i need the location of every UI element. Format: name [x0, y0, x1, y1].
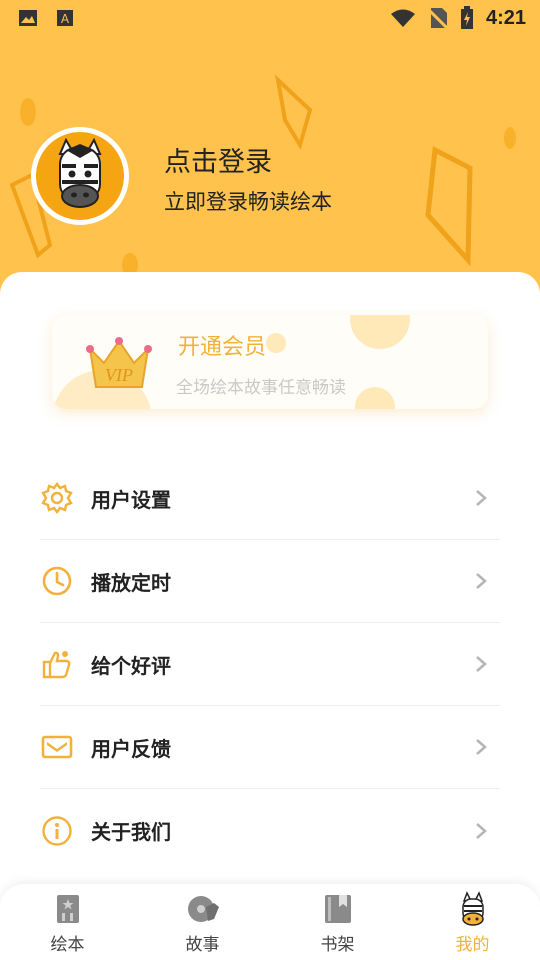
menu-label: 播放定时: [91, 570, 171, 595]
chevron-right-icon: [476, 739, 487, 755]
vip-subtitle: 全场绘本故事任意畅读: [176, 378, 346, 398]
gallery-notification-icon: [19, 10, 37, 26]
zebra-mine-icon: [456, 891, 490, 926]
picture-book-icon: [51, 892, 85, 926]
menu-label: 给个好评: [91, 653, 171, 678]
vip-title: 开通会员: [178, 335, 267, 360]
chevron-right-icon: [476, 490, 487, 506]
bottom-tab-bar: 绘本 故事 书架 我的: [0, 884, 540, 960]
login-title[interactable]: 点击登录: [164, 140, 272, 179]
gear-icon: [40, 481, 74, 515]
thumbs-up-icon: [40, 647, 74, 681]
bookshelf-icon: [321, 892, 355, 926]
menu-item-sleep-timer[interactable]: 播放定时: [40, 540, 500, 623]
tab-label: 书架: [320, 935, 355, 955]
no-sim-icon: [427, 8, 448, 29]
menu-label: 用户设置: [91, 487, 171, 512]
tab-label: 绘本: [50, 935, 85, 955]
avatar[interactable]: [31, 127, 129, 225]
zebra-icon: [58, 137, 102, 208]
vip-banner[interactable]: VIP 开通会员 全场绘本故事任意畅读: [52, 315, 488, 409]
tab-picture-book[interactable]: 绘本: [0, 884, 135, 960]
info-icon: [40, 814, 74, 848]
story-icon: [186, 892, 220, 926]
envelope-icon: [40, 730, 74, 764]
settings-menu: 用户设置 播放定时 给个好评 用户反馈 关于我们: [40, 457, 500, 872]
tab-bookshelf[interactable]: 书架: [270, 884, 405, 960]
clock-time: 4:21: [485, 6, 526, 29]
menu-item-about-us[interactable]: 关于我们: [40, 789, 500, 872]
menu-item-rate-app[interactable]: 给个好评: [40, 623, 500, 706]
status-bar: A 4:21: [0, 0, 540, 36]
battery-charging-icon: [460, 6, 473, 29]
wifi-icon: [390, 9, 415, 27]
tab-mine[interactable]: 我的: [405, 884, 540, 960]
login-subtitle: 立即登录畅读绘本: [164, 190, 332, 214]
menu-item-feedback[interactable]: 用户反馈: [40, 706, 500, 789]
clock-icon: [40, 564, 74, 598]
svg-text:A: A: [61, 12, 70, 26]
chevron-right-icon: [476, 573, 487, 589]
app-notification-icon: A: [57, 10, 73, 26]
tab-label: 我的: [455, 935, 490, 955]
tab-label: 故事: [185, 935, 220, 955]
chevron-right-icon: [476, 822, 487, 839]
chevron-right-icon: [476, 656, 487, 672]
vip-crown-icon: VIP: [86, 337, 152, 388]
tab-story[interactable]: 故事: [135, 884, 270, 960]
menu-label: 关于我们: [91, 820, 171, 844]
vip-crown-text: VIP: [105, 365, 133, 385]
menu-item-user-settings[interactable]: 用户设置: [40, 457, 500, 540]
menu-label: 用户反馈: [91, 736, 171, 761]
